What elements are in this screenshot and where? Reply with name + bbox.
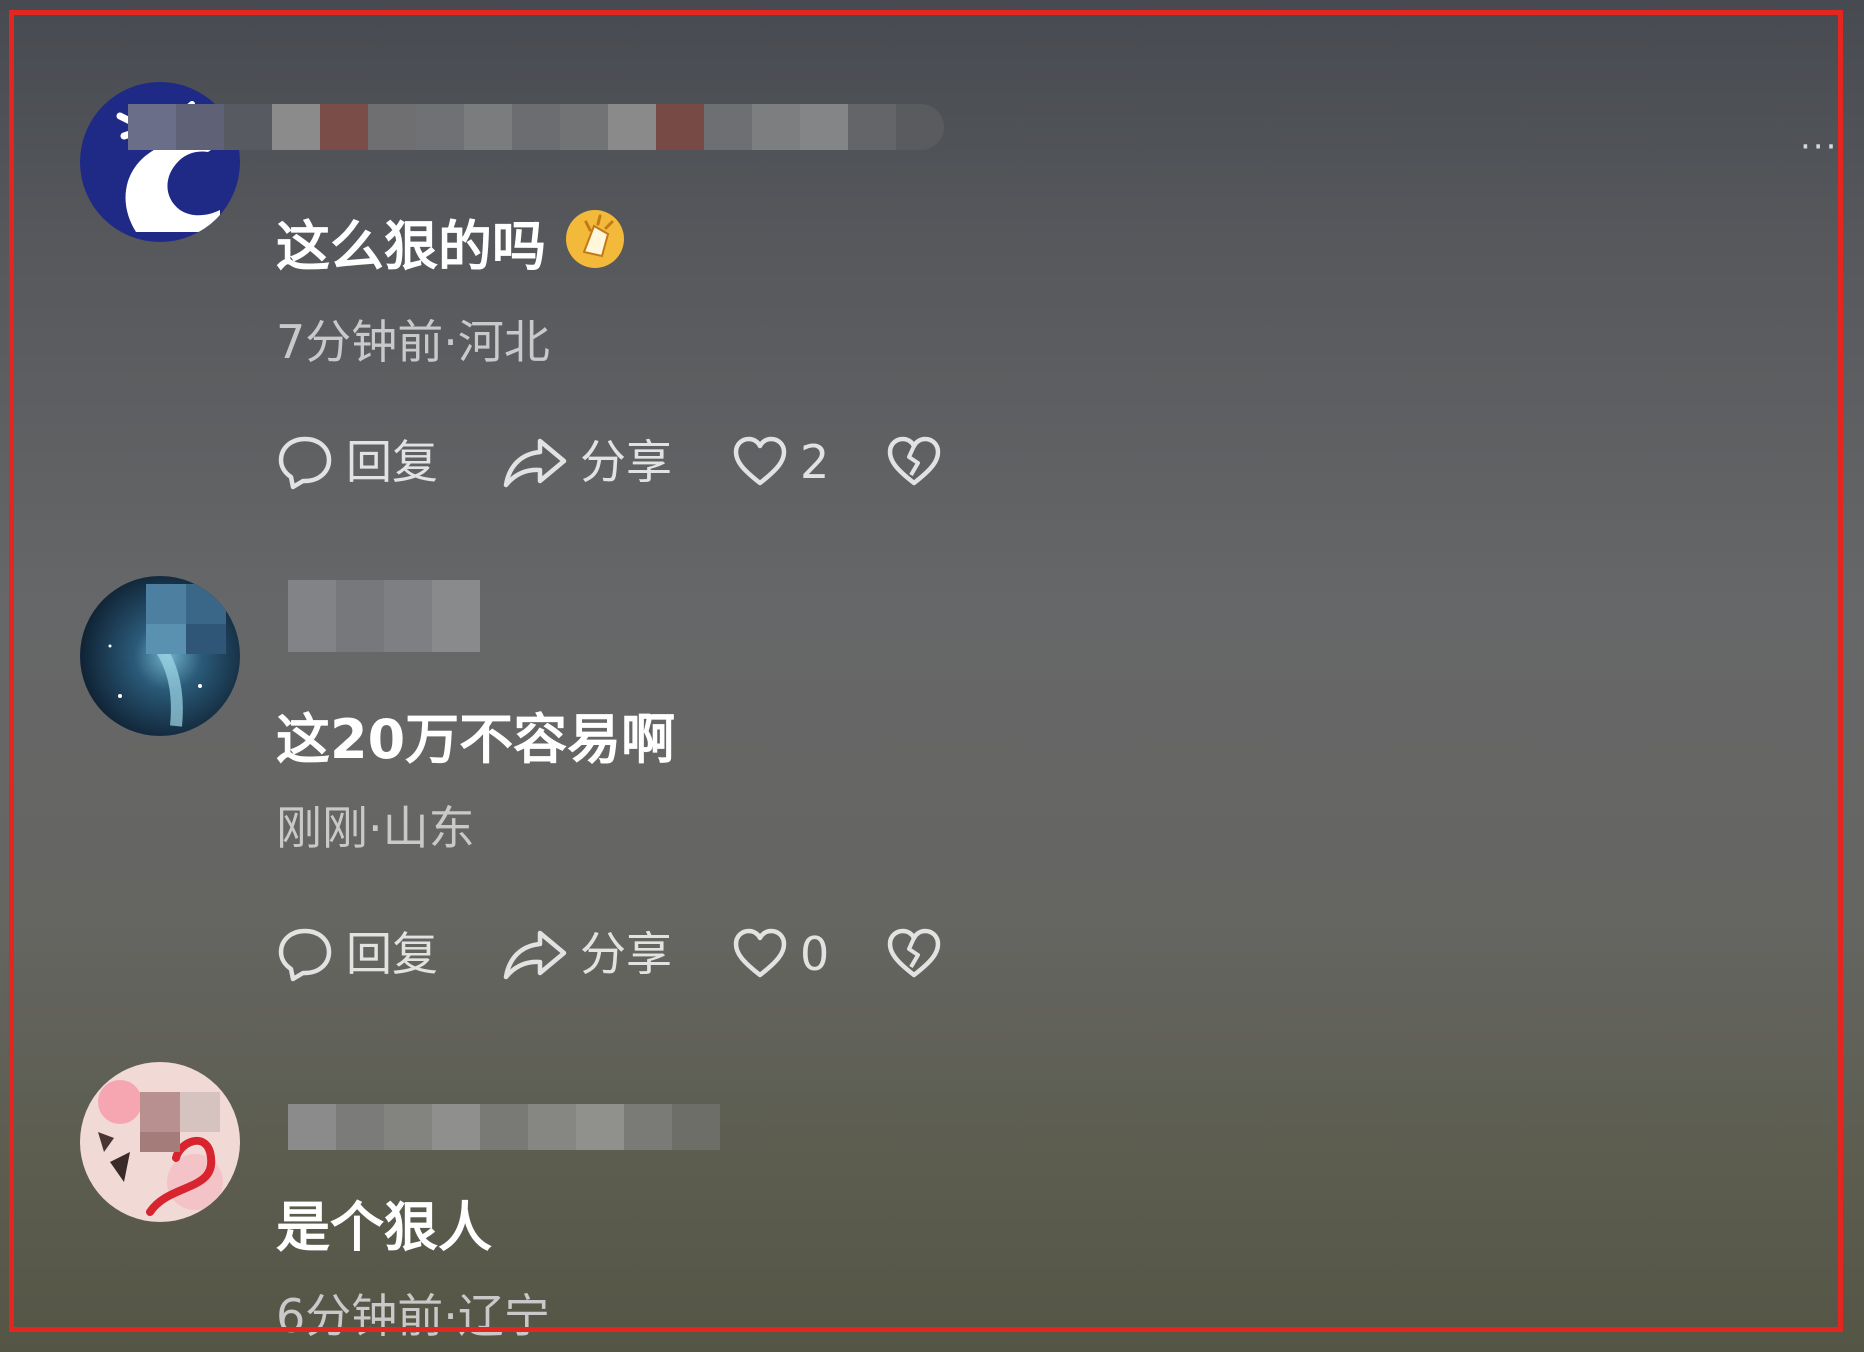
like-count: 2 xyxy=(800,435,830,489)
avatar[interactable] xyxy=(80,576,240,736)
comment-text: 这20万不容易啊 xyxy=(276,708,676,771)
username-redacted xyxy=(288,1104,720,1150)
comment-meta: 7分钟前·河北 xyxy=(276,315,550,369)
share-label: 分享 xyxy=(580,927,672,981)
reply-button[interactable]: 回复 xyxy=(276,432,502,492)
galaxy-avatar-icon xyxy=(80,576,240,736)
floral-avatar-icon xyxy=(80,1062,240,1222)
heart-icon xyxy=(733,928,787,978)
username-redacted xyxy=(288,580,480,652)
clapping-emoji-icon xyxy=(564,208,626,284)
comment-bubble-icon xyxy=(278,928,332,982)
share-button[interactable]: 分享 xyxy=(502,432,732,492)
share-arrow-icon xyxy=(503,438,567,488)
share-button[interactable]: 分享 xyxy=(502,924,732,984)
more-options-icon[interactable]: ··· xyxy=(1800,130,1838,164)
comment-panel: ··· 这么狠的吗 7分钟前·河北 回复 分享 2 这20万不容易啊 刚刚·山东… xyxy=(0,0,1864,1352)
dislike-button[interactable] xyxy=(886,927,942,981)
like-button[interactable]: 2 xyxy=(732,432,886,492)
reply-label: 回复 xyxy=(346,927,438,981)
comment-bubble-icon xyxy=(278,436,332,490)
comment-text: 这么狠的吗 xyxy=(276,210,626,284)
comment-meta: 6分钟前·辽宁 xyxy=(276,1289,550,1343)
reply-button[interactable]: 回复 xyxy=(276,924,502,984)
share-arrow-icon xyxy=(503,930,567,980)
reply-label: 回复 xyxy=(346,435,438,489)
comment-text: 是个狠人 xyxy=(276,1196,492,1259)
username-redacted xyxy=(128,104,944,150)
broken-heart-icon xyxy=(887,928,941,978)
like-count: 0 xyxy=(800,927,830,981)
like-button[interactable]: 0 xyxy=(732,924,886,984)
avatar[interactable] xyxy=(80,1062,240,1222)
action-bar: 回复 分享 2 xyxy=(276,432,942,492)
heart-icon xyxy=(733,436,787,486)
share-label: 分享 xyxy=(580,435,672,489)
comment-meta: 刚刚·山东 xyxy=(276,801,475,855)
action-bar: 回复 分享 0 xyxy=(276,924,942,984)
broken-heart-icon xyxy=(887,436,941,486)
dislike-button[interactable] xyxy=(886,435,942,489)
